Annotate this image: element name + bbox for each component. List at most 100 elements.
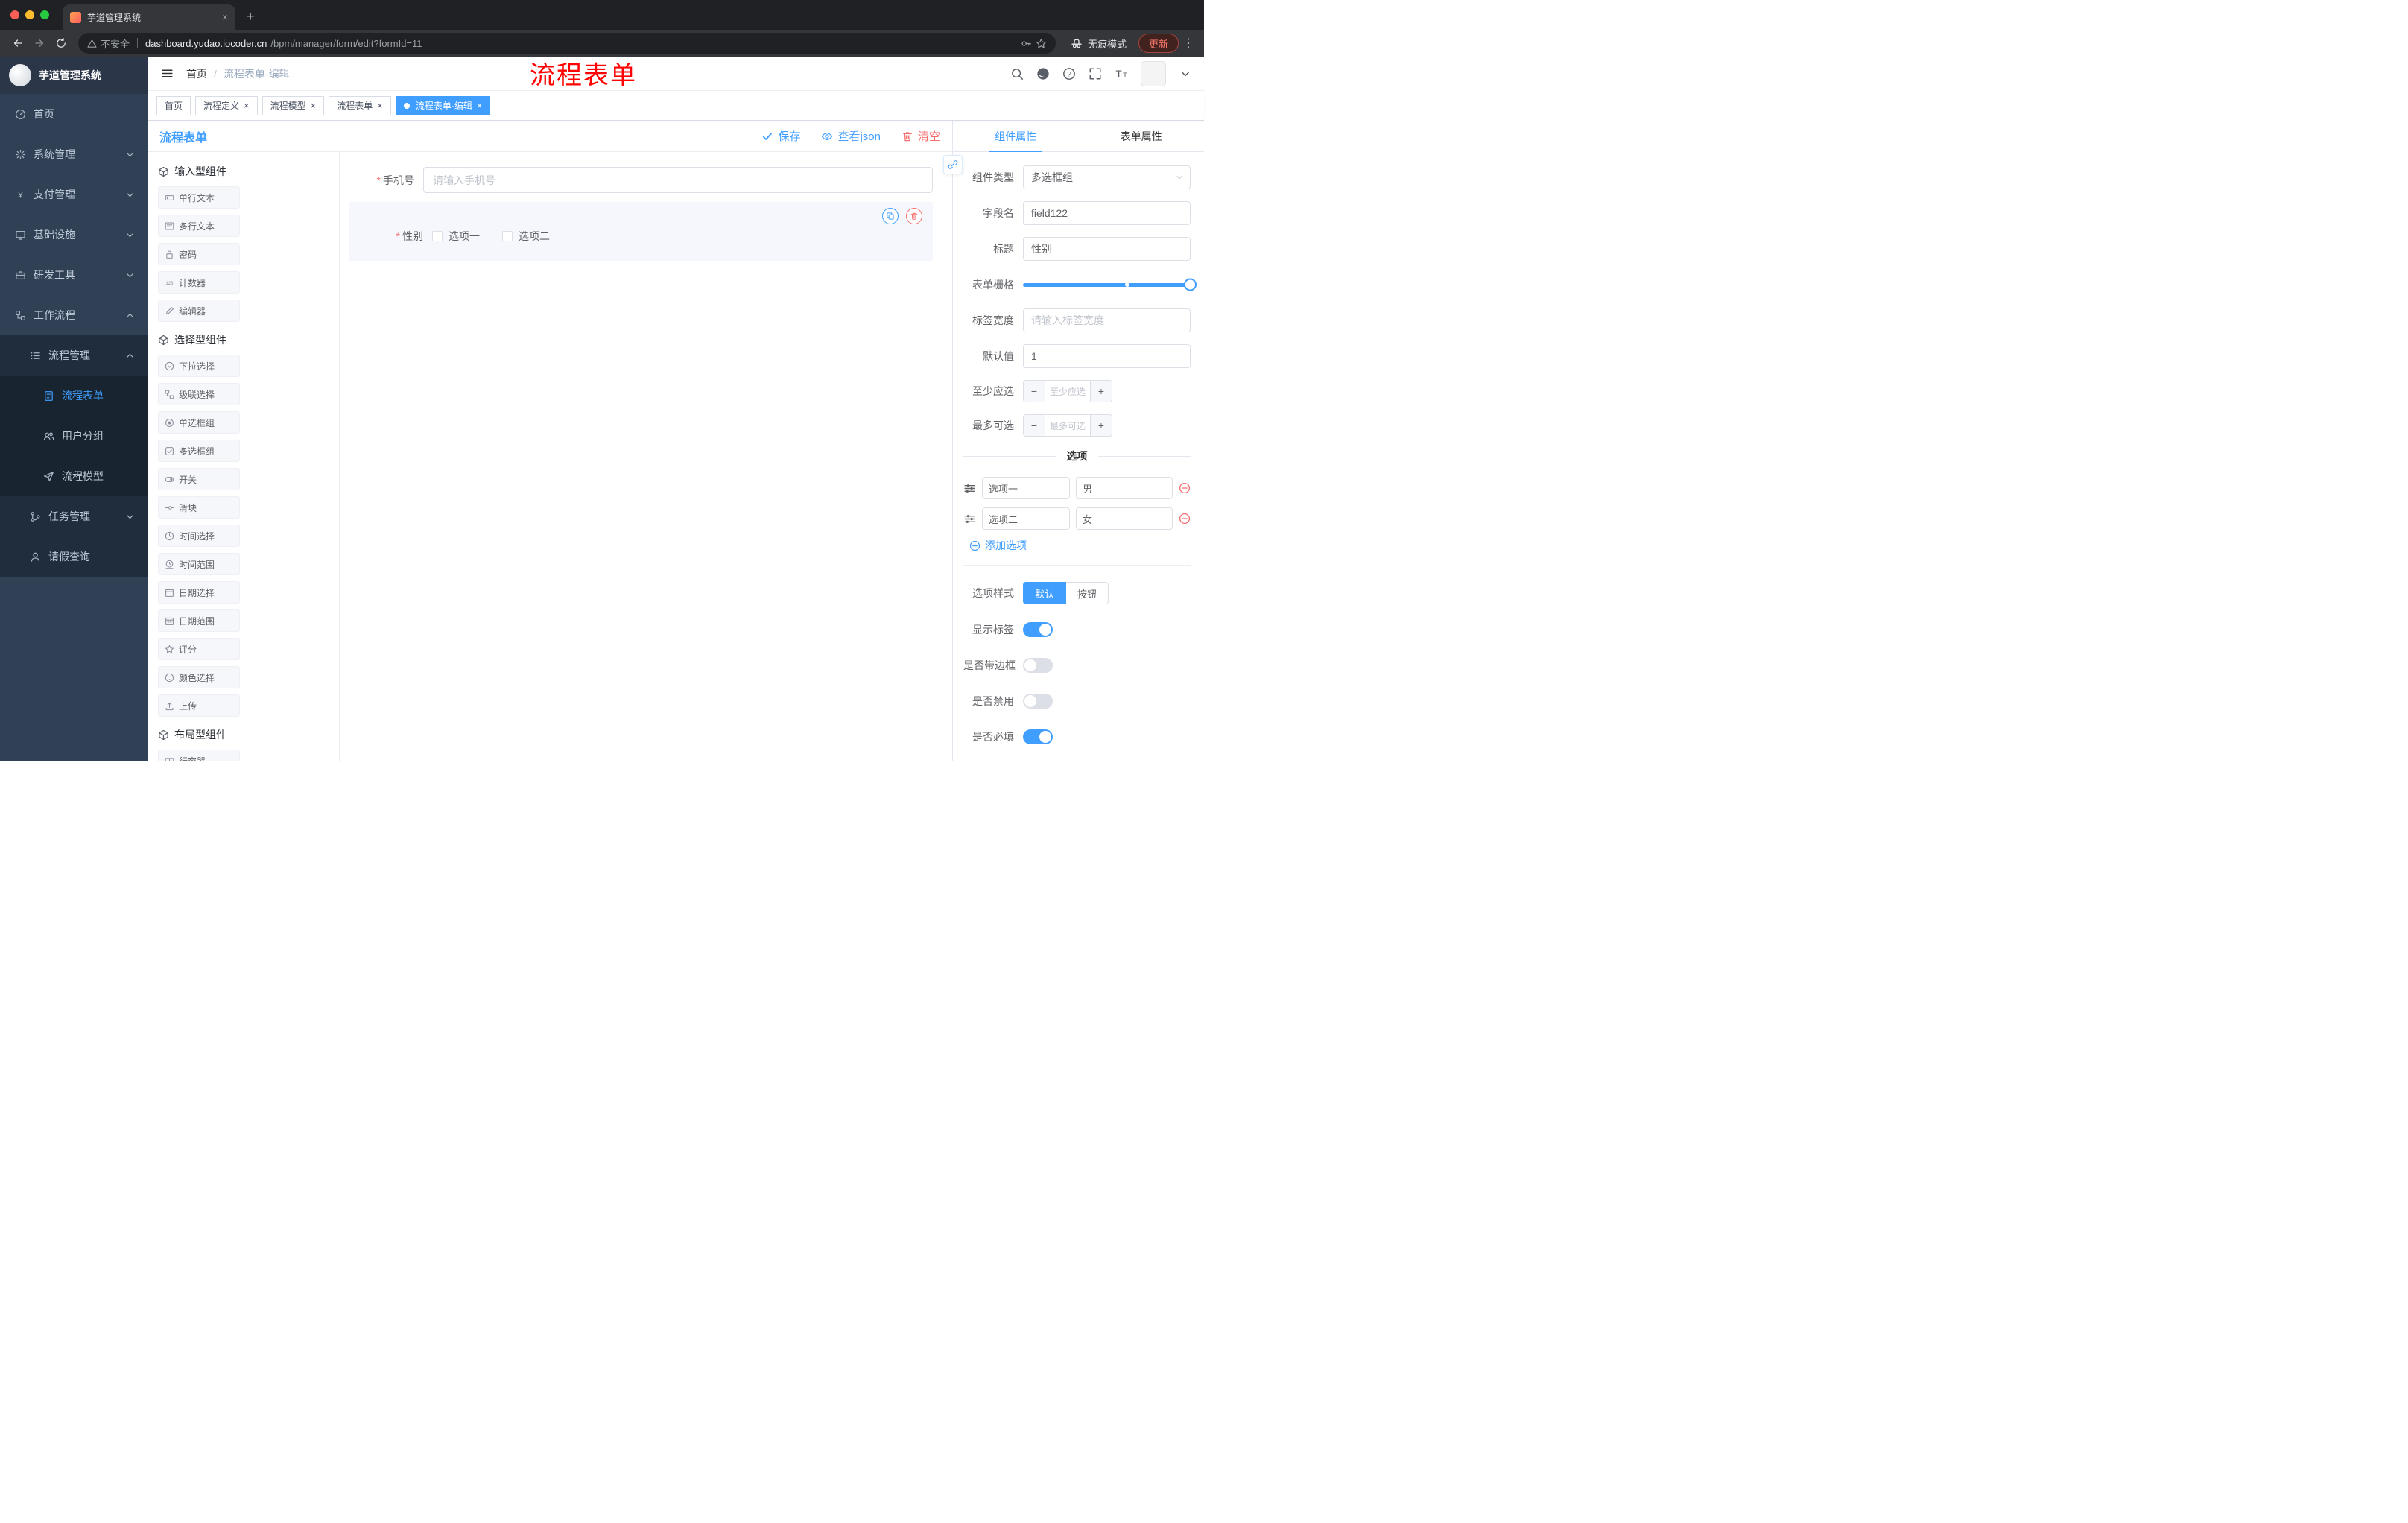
browser-menu-icon[interactable]: ⋮ [1180, 36, 1197, 51]
tag-process-form[interactable]: 流程表单 × [329, 95, 391, 115]
sidebar-item-process-model[interactable]: 流程模型 [0, 456, 148, 496]
component-date-range[interactable]: 日期范围 [158, 609, 240, 632]
update-button[interactable]: 更新 [1138, 34, 1179, 53]
tag-home[interactable]: 首页 [156, 95, 191, 115]
sidebar-item-payment-management[interactable]: 支付管理 [0, 174, 148, 215]
add-option-button[interactable]: 添加选项 [969, 538, 1191, 553]
component-date-picker[interactable]: 日期选择 [158, 581, 240, 604]
component-upload[interactable]: 上传 [158, 694, 240, 717]
address-bar[interactable]: 不安全 dashboard.yudao.iocoder.cn /bpm/mana… [78, 33, 1056, 54]
disabled-switch[interactable] [1023, 694, 1053, 709]
component-slider[interactable]: 滑块 [158, 496, 240, 519]
sidebar-item-user-group[interactable]: 用户分组 [0, 416, 148, 456]
help-icon[interactable] [1062, 67, 1076, 80]
tag-process-definition[interactable]: 流程定义 × [195, 95, 258, 115]
component-time-range[interactable]: 时间范围 [158, 553, 240, 575]
app-logo[interactable]: 芋道管理系统 [0, 57, 148, 94]
style-button-button[interactable]: 按钮 [1066, 582, 1109, 604]
decrease-button[interactable]: − [1024, 415, 1045, 436]
component-dropdown-select[interactable]: 下拉选择 [158, 355, 240, 377]
browser-tab[interactable]: 芋道管理系统 × [63, 4, 235, 30]
sidebar-item-workflow[interactable]: 工作流程 [0, 295, 148, 335]
sidebar-item-task-management[interactable]: 任务管理 [0, 496, 148, 536]
breadcrumb-home[interactable]: 首页 [186, 66, 207, 81]
avatar-caret-icon[interactable] [1179, 67, 1192, 80]
option-value-input[interactable]: 男 [1076, 477, 1173, 499]
with-border-switch[interactable] [1023, 658, 1053, 673]
field-name-input[interactable]: field122 [1023, 201, 1191, 225]
tab-close-icon[interactable]: × [222, 12, 228, 22]
sidebar-item-dev-tools[interactable]: 研发工具 [0, 255, 148, 295]
sidebar-item-process-form[interactable]: 流程表单 [0, 376, 148, 416]
slider-handle[interactable] [1184, 278, 1197, 291]
tag-close-icon[interactable]: × [244, 101, 250, 110]
github-icon[interactable] [1036, 67, 1050, 80]
sidebar-item-home[interactable]: 首页 [0, 94, 148, 134]
option-label-input[interactable]: 选项一 [982, 477, 1070, 499]
form-canvas[interactable]: * 手机号 请输入手机号 * 性别 选项一 选项二 [340, 152, 952, 762]
tab-form-props[interactable]: 表单属性 [1079, 121, 1205, 151]
font-size-icon[interactable] [1115, 67, 1128, 80]
close-window-button[interactable] [10, 10, 19, 19]
clear-button[interactable]: 清空 [902, 128, 940, 144]
max-select-input[interactable]: 最多可选 [1045, 415, 1090, 436]
user-avatar[interactable] [1141, 60, 1166, 86]
search-icon[interactable] [1010, 67, 1024, 80]
increase-button[interactable]: + [1090, 381, 1112, 402]
label-width-input[interactable]: 请输入标签宽度 [1023, 308, 1191, 332]
component-single-line-text[interactable]: 单行文本 [158, 186, 240, 209]
show-label-switch[interactable] [1023, 622, 1053, 637]
copy-widget-button[interactable] [882, 208, 899, 224]
tab-component-props[interactable]: 组件属性 [953, 121, 1079, 151]
remove-option-icon[interactable] [1179, 482, 1191, 494]
style-default-button[interactable]: 默认 [1023, 582, 1067, 604]
canvas-field-gender-selected[interactable]: * 性别 选项一 选项二 [349, 202, 933, 261]
minimize-window-button[interactable] [25, 10, 34, 19]
title-input[interactable]: 性别 [1023, 237, 1191, 261]
sidebar-item-process-management[interactable]: 流程管理 [0, 335, 148, 376]
sidebar-item-infrastructure[interactable]: 基础设施 [0, 215, 148, 255]
sidebar-item-leave-query[interactable]: 请假查询 [0, 536, 148, 577]
component-counter[interactable]: 计数器 [158, 271, 240, 294]
back-icon[interactable] [7, 34, 28, 54]
canvas-field-phone[interactable]: * 手机号 请输入手机号 [349, 167, 933, 193]
view-json-button[interactable]: 查看json [821, 128, 881, 144]
component-rate[interactable]: 评分 [158, 638, 240, 660]
delete-widget-button[interactable] [906, 208, 922, 224]
decrease-button[interactable]: − [1024, 381, 1045, 402]
tag-close-icon[interactable]: × [477, 101, 483, 110]
default-value-input[interactable]: 1 [1023, 344, 1191, 368]
component-switch[interactable]: 开关 [158, 468, 240, 490]
new-tab-button[interactable]: + [240, 6, 261, 28]
form-grid-slider[interactable] [1023, 273, 1197, 297]
component-time-picker[interactable]: 时间选择 [158, 525, 240, 547]
tag-process-form-edit[interactable]: 流程表单-编辑 × [395, 95, 491, 115]
remove-option-icon[interactable] [1179, 513, 1191, 525]
component-checkbox-group[interactable]: 多选框组 [158, 440, 240, 462]
drag-handle-icon[interactable] [963, 513, 976, 525]
fullscreen-icon[interactable] [1089, 67, 1102, 80]
forward-icon[interactable] [29, 34, 49, 54]
bookmark-star-icon[interactable] [1036, 38, 1047, 49]
component-color-picker[interactable]: 颜色选择 [158, 666, 240, 688]
zoom-window-button[interactable] [40, 10, 49, 19]
link-anchor-button[interactable] [943, 155, 963, 174]
password-key-icon[interactable] [1021, 38, 1032, 49]
option-label-input[interactable]: 选项二 [982, 507, 1070, 530]
option-value-input[interactable]: 女 [1076, 507, 1173, 530]
component-password[interactable]: 密码 [158, 243, 240, 265]
component-editor[interactable]: 编辑器 [158, 300, 240, 322]
save-button[interactable]: 保存 [761, 128, 800, 144]
component-radio-group[interactable]: 单选框组 [158, 411, 240, 434]
reload-icon[interactable] [51, 34, 71, 54]
component-row-container[interactable]: 行容器 [158, 750, 240, 762]
gender-option-2-checkbox[interactable]: 选项二 [502, 229, 550, 244]
tag-close-icon[interactable]: × [377, 101, 383, 110]
increase-button[interactable]: + [1090, 415, 1112, 436]
required-switch[interactable] [1023, 729, 1053, 744]
component-cascade-select[interactable]: 级联选择 [158, 383, 240, 405]
phone-input[interactable]: 请输入手机号 [423, 167, 933, 193]
drag-handle-icon[interactable] [963, 482, 976, 495]
tag-process-model[interactable]: 流程模型 × [262, 95, 325, 115]
hamburger-icon[interactable] [153, 60, 180, 87]
